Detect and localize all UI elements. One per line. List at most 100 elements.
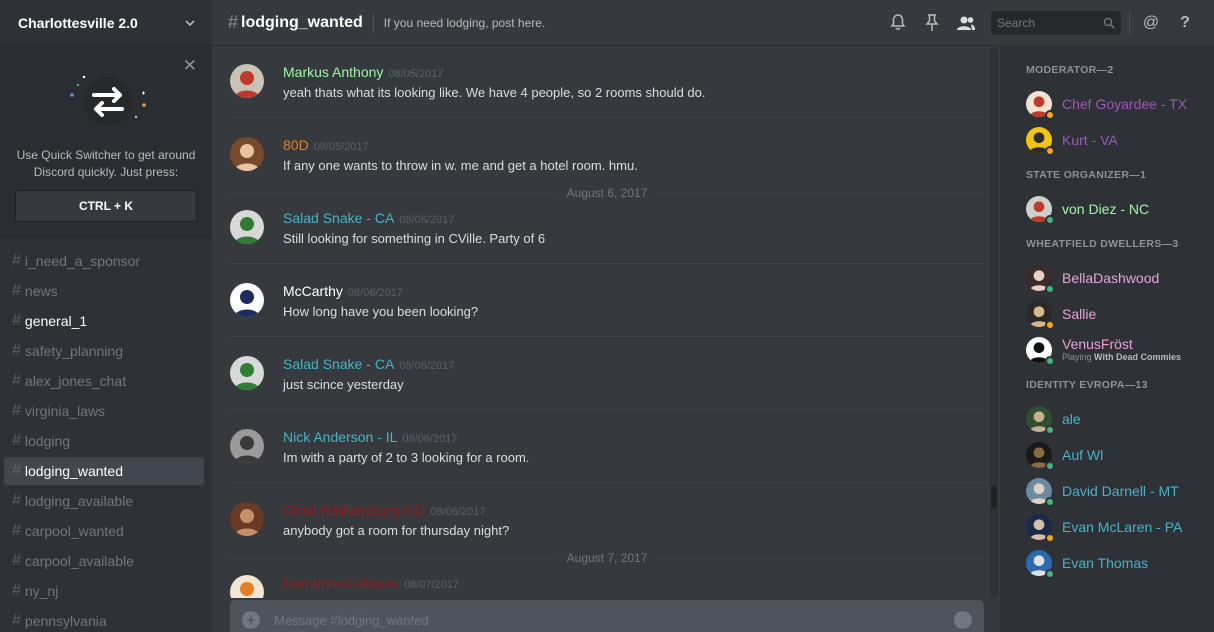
message: Chad Radkersburg-ND 08/06/2017 anybody got… (230, 483, 985, 565)
member-info: Evan Thomas (1062, 555, 1148, 571)
message-timestamp: 08/05/2017 (388, 68, 444, 80)
member-item[interactable]: VenusFröst Playing With Dead Commies (1026, 332, 1206, 368)
message: Salad Snake - CA 08/06/2017 Still looking … (230, 191, 984, 264)
channel-item-carpool-available[interactable]: # carpool_available (4, 547, 204, 575)
member-item[interactable]: Evan McLaren - PA (1026, 509, 1206, 545)
message-text: yeah thats what its looking like. We hav… (283, 85, 706, 100)
status-online-icon (1045, 569, 1055, 579)
quick-switcher-shortcut[interactable]: CTRL + K (15, 190, 197, 222)
members-icon[interactable] (955, 12, 977, 34)
search-box[interactable] (991, 10, 1121, 35)
member-item[interactable]: ale (1026, 401, 1206, 437)
message-header: McCarthy 08/06/2017 (283, 283, 478, 299)
message-username[interactable]: Salad Snake - CA (283, 210, 394, 226)
member-info: VenusFröst Playing With Dead Commies (1062, 337, 1181, 363)
channel-item-lodging-wanted[interactable]: # lodging_wanted (4, 457, 204, 485)
message-username[interactable]: Nick Anderson - IL (283, 429, 397, 445)
chevron-down-icon[interactable] (184, 17, 196, 29)
message-input[interactable] (274, 612, 954, 628)
upload-plus-icon[interactable]: + (242, 611, 260, 629)
member-item[interactable]: Kurt - VA (1026, 122, 1206, 158)
user-avatar[interactable] (230, 64, 264, 98)
member-item[interactable]: David Darnell - MT (1026, 473, 1206, 509)
search-icon (1103, 17, 1115, 29)
main-area: # lodging_wanted If you need lodging, po… (212, 0, 1214, 632)
message-username[interactable]: Salad Snake - CA (283, 356, 394, 372)
user-avatar[interactable] (230, 210, 264, 244)
message-timestamp: 08/07/2017 (403, 579, 459, 591)
pin-icon[interactable] (921, 12, 943, 34)
chat-scrollbar[interactable] (990, 47, 998, 598)
channel-item-lodging[interactable]: # lodging (4, 427, 204, 455)
header-toolbar: @ ? (881, 10, 1202, 35)
channel-item-alex-jones-chat[interactable]: # alex_jones_chat (4, 367, 204, 395)
channel-hash-icon: # (12, 282, 21, 299)
channel-item-carpool-wanted[interactable]: # carpool_wanted (4, 517, 204, 545)
member-avatar (1026, 442, 1055, 471)
member-item[interactable]: Chef Goyardee - TX (1026, 86, 1206, 122)
member-avatar (1026, 337, 1055, 366)
message-username[interactable]: 80D (283, 137, 309, 153)
member-list: MODERATOR—2 Chef Goyardee - TX Kurt - VA ST… (1000, 45, 1214, 632)
member-activity: Playing With Dead Commies (1062, 352, 1181, 363)
message: McCarthy 08/06/2017 How long have you been… (230, 264, 984, 337)
user-avatar[interactable] (230, 283, 264, 317)
emoji-icon[interactable] (954, 611, 972, 629)
help-icon[interactable]: ? (1174, 12, 1196, 34)
mentions-icon[interactable]: @ (1140, 12, 1162, 34)
channel-item-safety-planning[interactable]: # safety_planning (4, 337, 204, 365)
search-input[interactable] (997, 15, 1103, 30)
channel-item-pennsylvania[interactable]: # pennsylvania (4, 607, 204, 632)
message-text: just scince yesterday (283, 377, 404, 392)
close-icon[interactable]: ✕ (183, 57, 197, 74)
channel-item-ny-nj[interactable]: # ny_nj (4, 577, 204, 605)
message-username[interactable]: Chad Radkersburg-ND (283, 502, 425, 518)
member-info: BellaDashwood (1062, 269, 1160, 286)
channel-item-news[interactable]: # news (4, 277, 204, 305)
message: Salad Snake - CA 08/06/2017 just scince ye… (230, 337, 984, 410)
message: 80D 08/05/2017 If any one wants to throw i… (230, 118, 985, 200)
member-group: WHEATFIELD DWELLERS—3 BellaDashwood Sallie… (1026, 239, 1206, 368)
channel-item-general-1[interactable]: # general_1 (4, 307, 204, 335)
channel-item-lodging-available[interactable]: # lodging_available (4, 487, 204, 515)
channel-name: lodging (24, 433, 71, 449)
member-item[interactable]: Evan Thomas (1026, 545, 1206, 581)
user-avatar[interactable] (230, 575, 264, 598)
guild-header[interactable]: Charlottesville 2.0 (0, 0, 212, 45)
member-item[interactable]: Auf Wl (1026, 437, 1206, 473)
member-item[interactable]: Sallie (1026, 296, 1206, 332)
channel-hash-icon: # (12, 552, 21, 569)
channel-hash-icon: # (12, 402, 21, 419)
message-header: Nick Anderson - IL 08/06/2017 (283, 429, 529, 445)
channel-header: # lodging_wanted If you need lodging, po… (212, 0, 1214, 45)
channel-hash-icon: # (12, 612, 21, 629)
role-title: WHEATFIELD DWELLERS—3 (1026, 238, 1179, 250)
user-avatar[interactable] (230, 137, 264, 171)
member-item[interactable]: von Diez - NC (1026, 191, 1206, 227)
role-title: MODERATOR—2 (1026, 64, 1114, 76)
channel-item-virginia-laws[interactable]: # virginia_laws (4, 397, 204, 425)
message-username[interactable]: Narrative-Collapse (283, 575, 399, 591)
channel-item-i-need-a-sponsor[interactable]: # i_need_a_sponsor (4, 247, 204, 275)
quick-switcher-tip: ✕ Use Quick Switcher to get around Disco… (0, 45, 212, 239)
user-avatar[interactable] (230, 429, 264, 463)
member-avatar (1026, 196, 1055, 225)
member-item[interactable]: BellaDashwood (1026, 260, 1206, 296)
message-timestamp: 08/06/2017 (399, 360, 455, 372)
channel-hash-icon: # (228, 12, 239, 32)
channel-name: i_need_a_sponsor (24, 253, 141, 269)
channel-name: pennsylvania (24, 613, 107, 629)
bell-icon[interactable] (887, 12, 909, 34)
channel-name: ny_nj (24, 583, 59, 599)
member-group: MODERATOR—2 Chef Goyardee - TX Kurt - VA (1026, 65, 1206, 158)
member-name: BellaDashwood (1062, 269, 1160, 286)
user-avatar[interactable] (230, 356, 264, 390)
user-avatar[interactable] (230, 502, 264, 536)
scrollbar-thumb[interactable] (991, 486, 997, 508)
message-username[interactable]: Markus Anthony (283, 64, 383, 80)
message-timestamp: 08/06/2017 (402, 433, 458, 445)
message-body: Nick Anderson - IL 08/06/2017 Im with a pa… (283, 429, 529, 482)
message-username[interactable]: McCarthy (283, 283, 343, 299)
member-avatar (1026, 550, 1055, 579)
message-body: Chad Radkersburg-ND 08/06/2017 anybody got… (283, 502, 509, 556)
